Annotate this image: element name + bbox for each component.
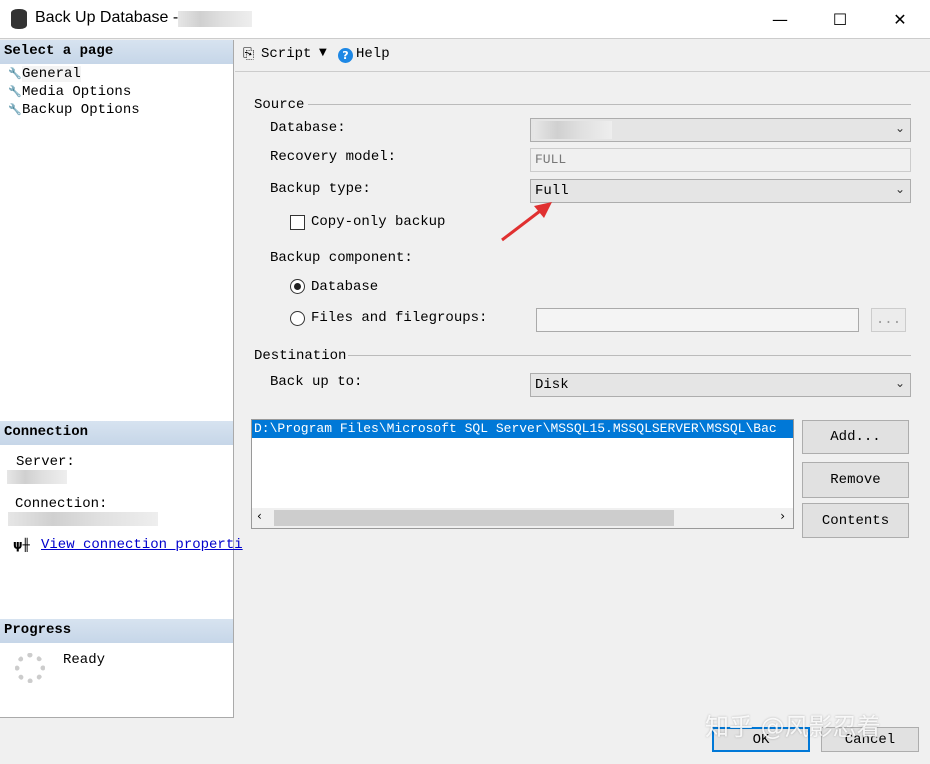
connection-header: Connection	[0, 421, 233, 445]
backup-type-select[interactable]: Full ⌄	[530, 179, 911, 203]
title-bar: Back Up Database - — ☐ ✕	[0, 0, 930, 39]
left-panel: Select a page 🔧General 🔧Media Options 🔧B…	[0, 40, 243, 718]
page-label: General	[22, 66, 81, 82]
destination-list[interactable]: D:\Program Files\Microsoft SQL Server\MS…	[251, 419, 794, 529]
component-database-radio[interactable]	[290, 279, 305, 294]
minimize-button[interactable]: —	[750, 0, 810, 38]
component-database-label: Database	[311, 279, 379, 295]
close-button[interactable]: ✕	[870, 0, 930, 38]
progress-status: Ready	[63, 652, 106, 668]
connection-value-redacted	[8, 512, 158, 526]
page-media-options[interactable]: 🔧Media Options	[8, 84, 131, 100]
recovery-model-label: Recovery model:	[270, 149, 397, 165]
page-backup-options[interactable]: 🔧Backup Options	[8, 102, 140, 118]
server-value-redacted	[7, 470, 67, 484]
copy-only-checkbox[interactable]	[290, 215, 305, 230]
copy-only-label: Copy-only backup	[311, 214, 446, 230]
select-page-header: Select a page	[0, 40, 233, 64]
database-select[interactable]: ⌄	[530, 118, 911, 142]
chevron-down-icon: ⌄	[894, 376, 905, 390]
script-dropdown-icon[interactable]: ▼	[319, 47, 327, 58]
script-icon: ⎘	[243, 46, 255, 62]
backup-component-label: Backup component:	[270, 250, 413, 266]
backup-type-label: Backup type:	[270, 181, 371, 197]
maximize-button[interactable]: ☐	[810, 0, 870, 38]
toolbar: ⎘ Script ▼ ? Help	[235, 40, 930, 72]
chevron-down-icon: ⌄	[894, 121, 905, 135]
source-section-title: Source	[254, 97, 305, 113]
connection-label: Connection:	[15, 496, 108, 512]
database-value-redacted	[534, 121, 612, 139]
red-arrow-annotation	[501, 202, 552, 242]
scroll-right-icon[interactable]: ›	[780, 509, 785, 523]
remove-button[interactable]: Remove	[802, 462, 909, 498]
filegroups-field	[536, 308, 859, 332]
backup-to-select[interactable]: Disk ⌄	[530, 373, 911, 397]
add-button[interactable]: Add...	[802, 420, 909, 454]
help-icon: ?	[338, 48, 353, 63]
wrench-icon: 🔧	[8, 103, 22, 116]
scrollbar-thumb[interactable]	[274, 510, 674, 526]
page-general[interactable]: 🔧General	[8, 66, 81, 82]
page-label: Backup Options	[22, 102, 140, 118]
window-title: Back Up Database -	[35, 9, 179, 26]
contents-button[interactable]: Contents	[802, 503, 909, 538]
browse-filegroups-button: ...	[871, 308, 906, 332]
component-files-radio[interactable]	[290, 311, 305, 326]
destination-section-title: Destination	[254, 348, 347, 364]
progress-spinner-icon	[15, 653, 45, 683]
scroll-left-icon[interactable]: ‹	[257, 509, 262, 523]
server-label: Server:	[16, 454, 75, 470]
divider	[348, 355, 911, 356]
help-button[interactable]: Help	[356, 46, 390, 62]
script-button[interactable]: Script	[261, 46, 311, 62]
watermark: 知乎 @风影忍着	[705, 713, 881, 741]
wrench-icon: 🔧	[8, 67, 22, 80]
connection-properties-icon: ψ╫	[13, 538, 30, 552]
backup-type-value: Full	[535, 183, 569, 199]
database-label: Database:	[270, 120, 346, 136]
database-icon	[11, 9, 27, 29]
server-name-redacted	[178, 11, 252, 27]
recovery-model-field: FULL	[530, 148, 911, 172]
wrench-icon: 🔧	[8, 85, 22, 98]
chevron-down-icon: ⌄	[894, 182, 905, 196]
divider	[308, 104, 911, 105]
backup-to-value: Disk	[535, 377, 569, 393]
progress-header: Progress	[0, 619, 233, 643]
horizontal-scrollbar[interactable]: ‹ ›	[252, 508, 793, 528]
component-files-label: Files and filegroups:	[311, 310, 488, 326]
list-item[interactable]: D:\Program Files\Microsoft SQL Server\MS…	[252, 420, 793, 438]
backup-to-label: Back up to:	[270, 374, 363, 390]
page-label: Media Options	[22, 84, 132, 100]
view-connection-properties-link[interactable]: View connection properti	[41, 537, 243, 553]
